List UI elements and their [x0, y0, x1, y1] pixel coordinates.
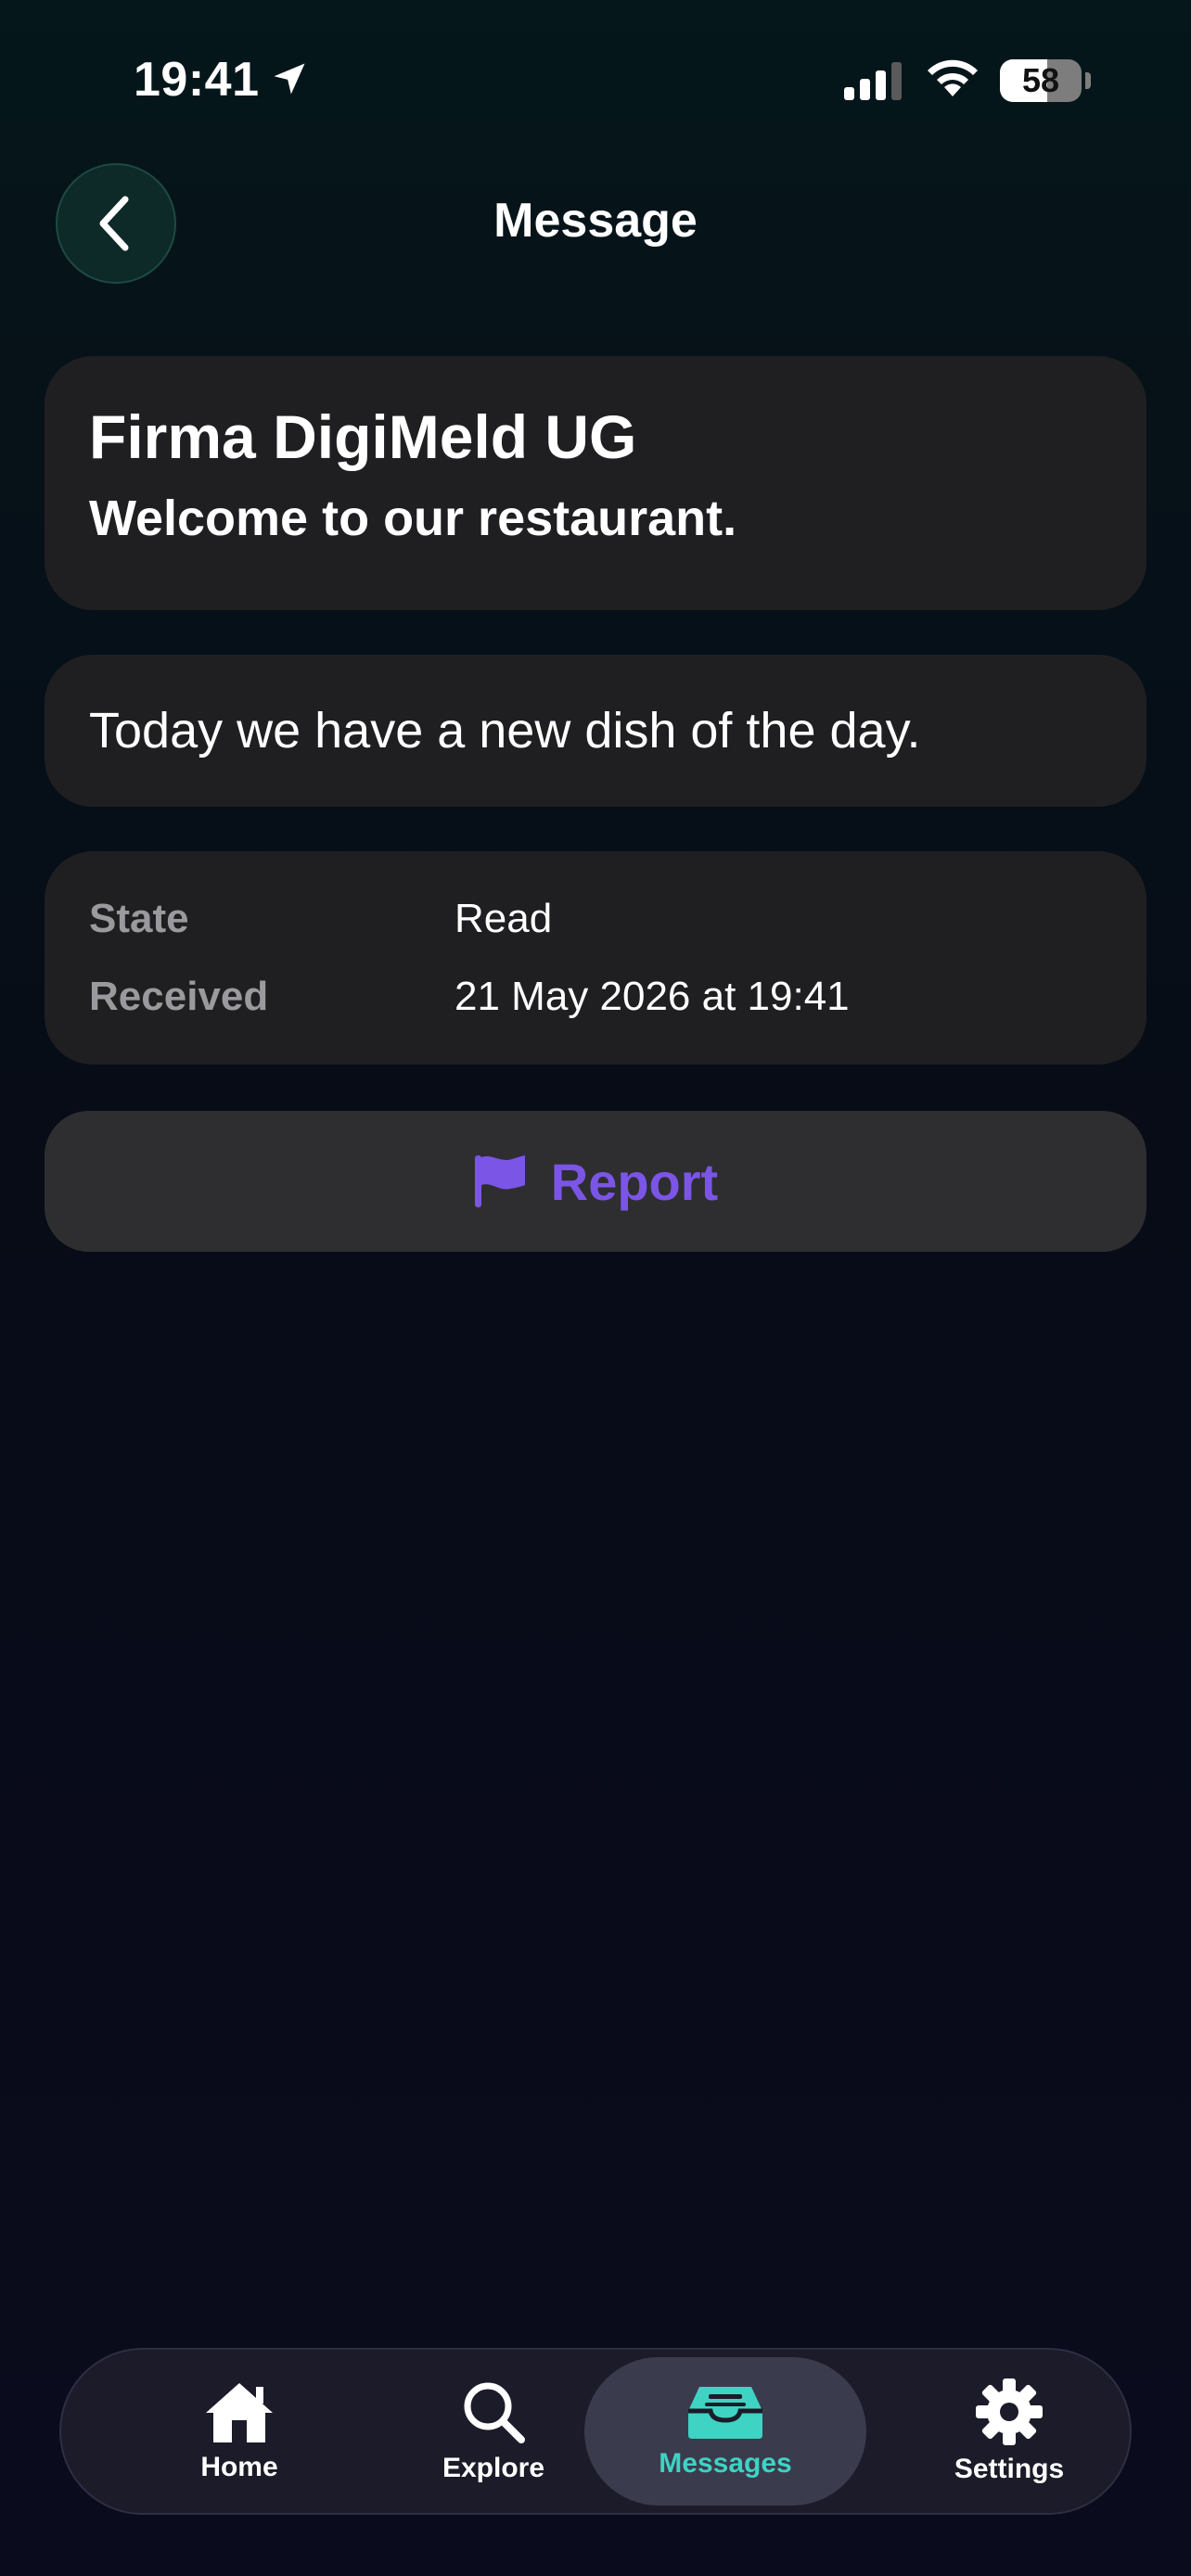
search-icon	[464, 2382, 525, 2443]
status-time: 19:41	[134, 53, 260, 107]
message-body: Today we have a new dish of the day.	[89, 703, 921, 759]
status-bar: 19:41 58	[0, 0, 1191, 158]
message-body-card: Today we have a new dish of the day.	[45, 655, 1146, 807]
report-label: Report	[550, 1152, 719, 1211]
meta-row-received: Received 21 May 2026 at 19:41	[89, 974, 1102, 1052]
battery-icon: 58	[1000, 59, 1082, 102]
meta-row-state: State Read	[89, 896, 1102, 974]
message-subject: Welcome to our restaurant.	[89, 491, 737, 546]
inbox-tray-icon	[688, 2387, 762, 2439]
meta-label: State	[89, 896, 189, 941]
location-arrow-icon	[274, 63, 305, 95]
meta-label: Received	[89, 974, 269, 1019]
tab-label: Messages	[659, 2448, 792, 2479]
report-button[interactable]: Report	[45, 1111, 1146, 1252]
page-title: Message	[493, 194, 698, 248]
gear-icon	[976, 2378, 1043, 2445]
home-icon	[206, 2383, 273, 2442]
wifi-icon	[928, 59, 978, 96]
battery-cap	[1085, 72, 1091, 89]
tab-messages[interactable]: Messages	[584, 2350, 866, 2513]
message-meta-card: State Read Received 21 May 2026 at 19:41	[45, 851, 1146, 1065]
battery-level: 58	[1021, 61, 1060, 99]
tab-home[interactable]: Home	[100, 2350, 378, 2513]
message-sender: Firma DigiMeld UG	[89, 402, 637, 471]
cellular-signal-icon	[844, 62, 902, 100]
meta-value: Read	[455, 896, 553, 941]
tab-label: Explore	[442, 2453, 545, 2483]
flag-icon	[474, 1155, 525, 1207]
tab-settings[interactable]: Settings	[870, 2350, 1148, 2513]
meta-value: 21 May 2026 at 19:41	[455, 974, 850, 1019]
tab-bar: Home Explore Messages Settings	[59, 2348, 1132, 2515]
tab-label: Settings	[954, 2454, 1065, 2484]
tab-label: Home	[200, 2452, 278, 2482]
message-header-card: Firma DigiMeld UG Welcome to our restaur…	[45, 356, 1146, 610]
